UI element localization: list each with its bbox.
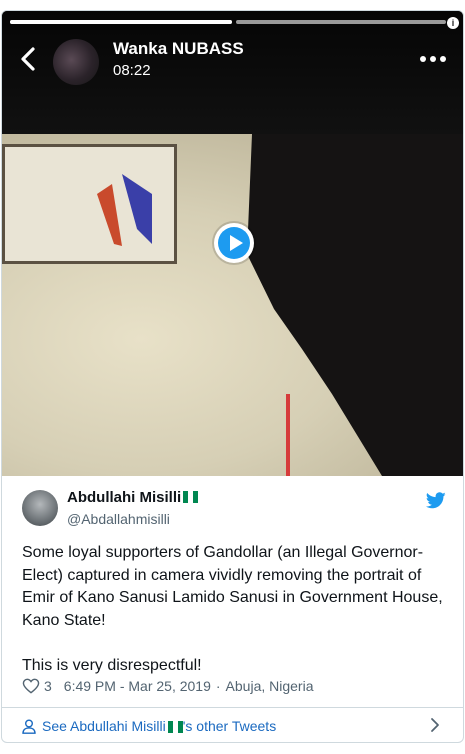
nigeria-flag-icon: [167, 720, 183, 733]
person-icon: [22, 719, 36, 734]
play-button[interactable]: [214, 223, 254, 263]
other-tweets-suffix: 's other Tweets: [182, 718, 277, 734]
like-count: 3: [44, 678, 52, 694]
embedded-tweet-card: i Wanka NUBASS 08:22 Abdullahi Misilli @…: [1, 10, 464, 743]
story-user-name: Wanka NUBASS: [113, 39, 244, 58]
video-media[interactable]: i Wanka NUBASS 08:22: [2, 11, 463, 476]
nigeria-flag-icon: [183, 490, 199, 503]
video-frame: [2, 134, 463, 476]
tweet-meta: 3 6:49 PM - Mar 25, 2019 · Abuja, Nigeri…: [22, 676, 452, 696]
other-tweets-link[interactable]: See Abdullahi Misilli 's other Tweets: [22, 715, 276, 737]
tweet-location[interactable]: Abuja, Nigeria: [226, 678, 314, 694]
twitter-bird-icon[interactable]: [426, 492, 446, 509]
heart-icon[interactable]: [22, 678, 40, 694]
info-icon[interactable]: i: [447, 17, 459, 29]
story-time: 08:22: [113, 62, 151, 79]
avatar[interactable]: [22, 490, 58, 526]
chevron-right-icon[interactable]: [430, 717, 440, 733]
story-header: i Wanka NUBASS 08:22: [2, 11, 463, 134]
author-name[interactable]: Abdullahi Misilli: [67, 489, 199, 506]
play-icon: [218, 227, 250, 259]
tweet-text: Some loyal supporters of Gandollar (an I…: [22, 544, 443, 674]
divider: [2, 707, 463, 708]
more-icon[interactable]: [419, 55, 447, 63]
author-name-text: Abdullahi Misilli: [67, 489, 182, 506]
tweet-timestamp[interactable]: 6:49 PM - Mar 25, 2019: [64, 678, 211, 694]
story-progress-1: [10, 20, 232, 24]
other-tweets-prefix: See Abdullahi Misilli: [42, 718, 166, 734]
story-progress-2: [236, 20, 446, 24]
dark-figure-shape: [97, 134, 463, 476]
author-handle[interactable]: @Abdallahmisilli: [67, 511, 170, 527]
back-arrow-icon[interactable]: [16, 45, 40, 73]
avatar[interactable]: [53, 39, 99, 85]
story-progress-fill: [10, 20, 232, 24]
meta-separator: ·: [215, 678, 221, 694]
